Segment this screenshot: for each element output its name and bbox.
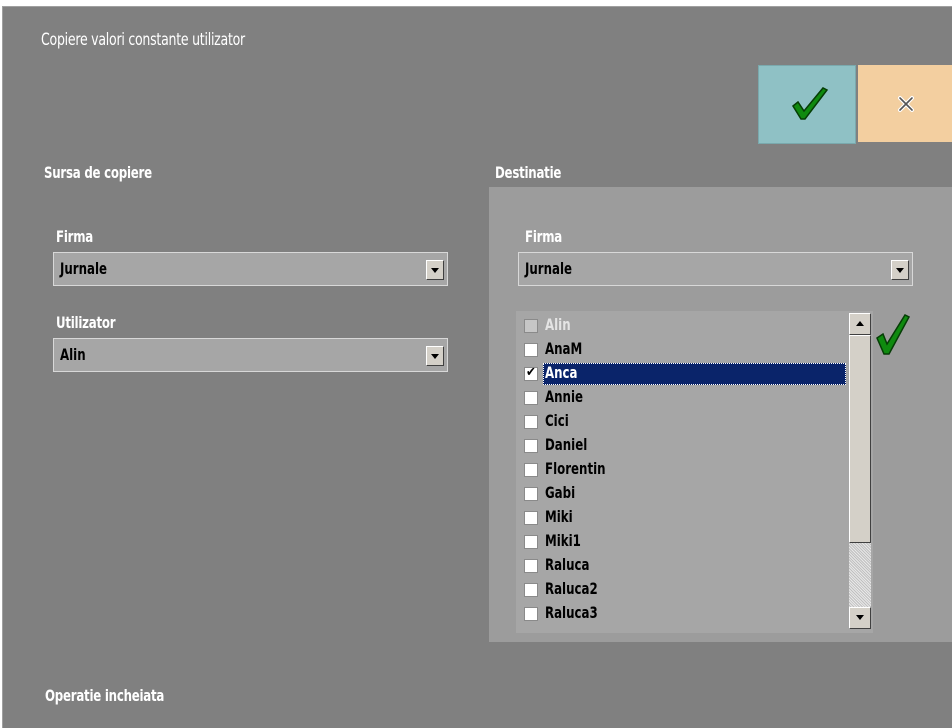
list-item[interactable]: Annie <box>522 386 847 410</box>
list-item-label: Raluca2 <box>545 579 598 598</box>
destination-firma-label: Firma <box>525 227 562 246</box>
source-user-value: Alin <box>60 345 86 364</box>
list-item-label: Anca <box>545 363 578 382</box>
source-user-label: Utilizator <box>56 313 116 332</box>
source-user-dropdown[interactable]: Alin <box>53 338 448 372</box>
list-item-label: Miki1 <box>545 531 581 550</box>
chevron-down-icon[interactable] <box>891 260 909 280</box>
checkbox[interactable]: ✔ <box>524 365 538 381</box>
list-item-label: Daniel <box>545 435 588 454</box>
source-firma-value: Jurnale <box>60 259 108 278</box>
checkbox[interactable] <box>524 391 538 405</box>
list-item[interactable]: Florentin <box>522 458 847 482</box>
list-item-label: Alin <box>545 315 571 334</box>
destination-firma-value: Jurnale <box>525 259 573 278</box>
scroll-down-button[interactable] <box>849 607 871 629</box>
destination-firma-dropdown[interactable]: Jurnale <box>518 252 913 286</box>
source-firma-label: Firma <box>56 227 93 246</box>
source-heading: Sursa de copiere <box>44 163 152 182</box>
list-scrollbar[interactable] <box>849 313 871 629</box>
status-text: Operatie incheiata <box>45 686 165 705</box>
checkbox <box>524 319 538 333</box>
list-item: Alin <box>522 314 847 338</box>
list-item[interactable]: Raluca2 <box>522 578 847 602</box>
destination-user-list[interactable]: Alin AnaM ✔ Anca Annie Cici Daniel Flore… <box>516 311 873 633</box>
list-item[interactable]: Miki <box>522 506 847 530</box>
checkbox[interactable] <box>524 559 538 573</box>
list-item-label: Raluca <box>545 555 590 574</box>
scroll-up-button[interactable] <box>849 313 871 335</box>
list-item-label: Miki <box>545 507 573 526</box>
checkbox[interactable] <box>524 511 538 525</box>
list-item[interactable]: Raluca3 <box>522 602 847 626</box>
select-all-checkmark-icon[interactable] <box>875 312 911 356</box>
checkbox[interactable] <box>524 607 538 621</box>
list-item[interactable]: ✔ Anca <box>522 362 847 386</box>
chevron-down-icon[interactable] <box>426 260 444 280</box>
cancel-button[interactable] <box>858 65 952 142</box>
checkbox[interactable] <box>524 535 538 549</box>
close-icon <box>898 96 914 112</box>
list-item-label: AnaM <box>545 339 583 358</box>
checkbox[interactable] <box>524 487 538 501</box>
list-item-label: Raluca3 <box>545 603 598 622</box>
list-item-label: Cici <box>545 411 569 430</box>
destination-heading: Destinatie <box>495 163 562 182</box>
check-mark-icon: ✔ <box>526 365 536 380</box>
checkbox[interactable] <box>524 415 538 429</box>
list-item-label: Gabi <box>545 483 576 502</box>
list-item[interactable]: Raluca <box>522 554 847 578</box>
list-item[interactable]: Miki1 <box>522 530 847 554</box>
list-item[interactable]: Cici <box>522 410 847 434</box>
scroll-track[interactable] <box>849 543 871 607</box>
list-item-label: Florentin <box>545 459 606 478</box>
dialog-title: Copiere valori constante utilizator <box>41 30 245 50</box>
source-firma-dropdown[interactable]: Jurnale <box>53 252 448 286</box>
checkmark-icon <box>792 87 829 120</box>
chevron-down-icon[interactable] <box>426 346 444 366</box>
scroll-thumb[interactable] <box>849 335 871 543</box>
checkbox[interactable] <box>524 463 538 477</box>
ok-button[interactable] <box>758 65 856 144</box>
list-item-label: Annie <box>545 387 584 406</box>
selection-highlight <box>543 363 846 385</box>
checkbox[interactable] <box>524 583 538 597</box>
checkbox[interactable] <box>524 439 538 453</box>
list-item[interactable]: AnaM <box>522 338 847 362</box>
list-item[interactable]: Daniel <box>522 434 847 458</box>
checkbox[interactable] <box>524 343 538 357</box>
list-item[interactable]: Gabi <box>522 482 847 506</box>
